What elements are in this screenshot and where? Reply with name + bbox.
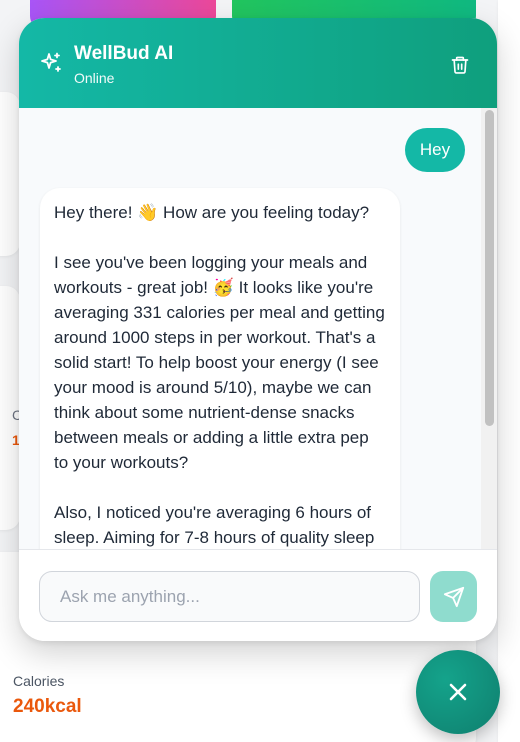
ai-message-paragraph: Hey there! 👋 How are you feeling today?: [54, 203, 370, 222]
clear-chat-button[interactable]: [443, 48, 477, 82]
calories-value: 240kcal: [13, 696, 82, 717]
trash-icon: [451, 56, 469, 74]
scrollbar-thumb[interactable]: [485, 110, 494, 426]
send-icon: [443, 586, 464, 607]
ai-message-paragraph: Also, I noticed you're averaging 6 hours…: [54, 503, 375, 547]
message-list[interactable]: Hey Hey there! 👋 How are you feeling tod…: [19, 108, 497, 549]
ai-message-paragraph: I see you've been logging your meals and…: [54, 253, 385, 472]
ai-message: Hey there! 👋 How are you feeling today? …: [40, 188, 400, 549]
background-card: [498, 0, 520, 742]
chat-header: WellBud AI Online: [19, 18, 497, 108]
close-chat-button[interactable]: [416, 650, 500, 734]
close-icon: [449, 683, 467, 701]
user-message: Hey: [405, 128, 465, 172]
chat-title: WellBud AI: [74, 43, 174, 64]
background-card: [0, 92, 20, 256]
message-input[interactable]: [39, 571, 420, 622]
sparkle-icon: [41, 52, 61, 72]
calories-label: Calories: [13, 673, 65, 689]
chat-composer: [19, 549, 497, 641]
send-button[interactable]: [430, 571, 477, 622]
chat-window: WellBud AI Online Hey Hey there! 👋 How a…: [19, 18, 497, 641]
chat-status: Online: [74, 70, 115, 86]
